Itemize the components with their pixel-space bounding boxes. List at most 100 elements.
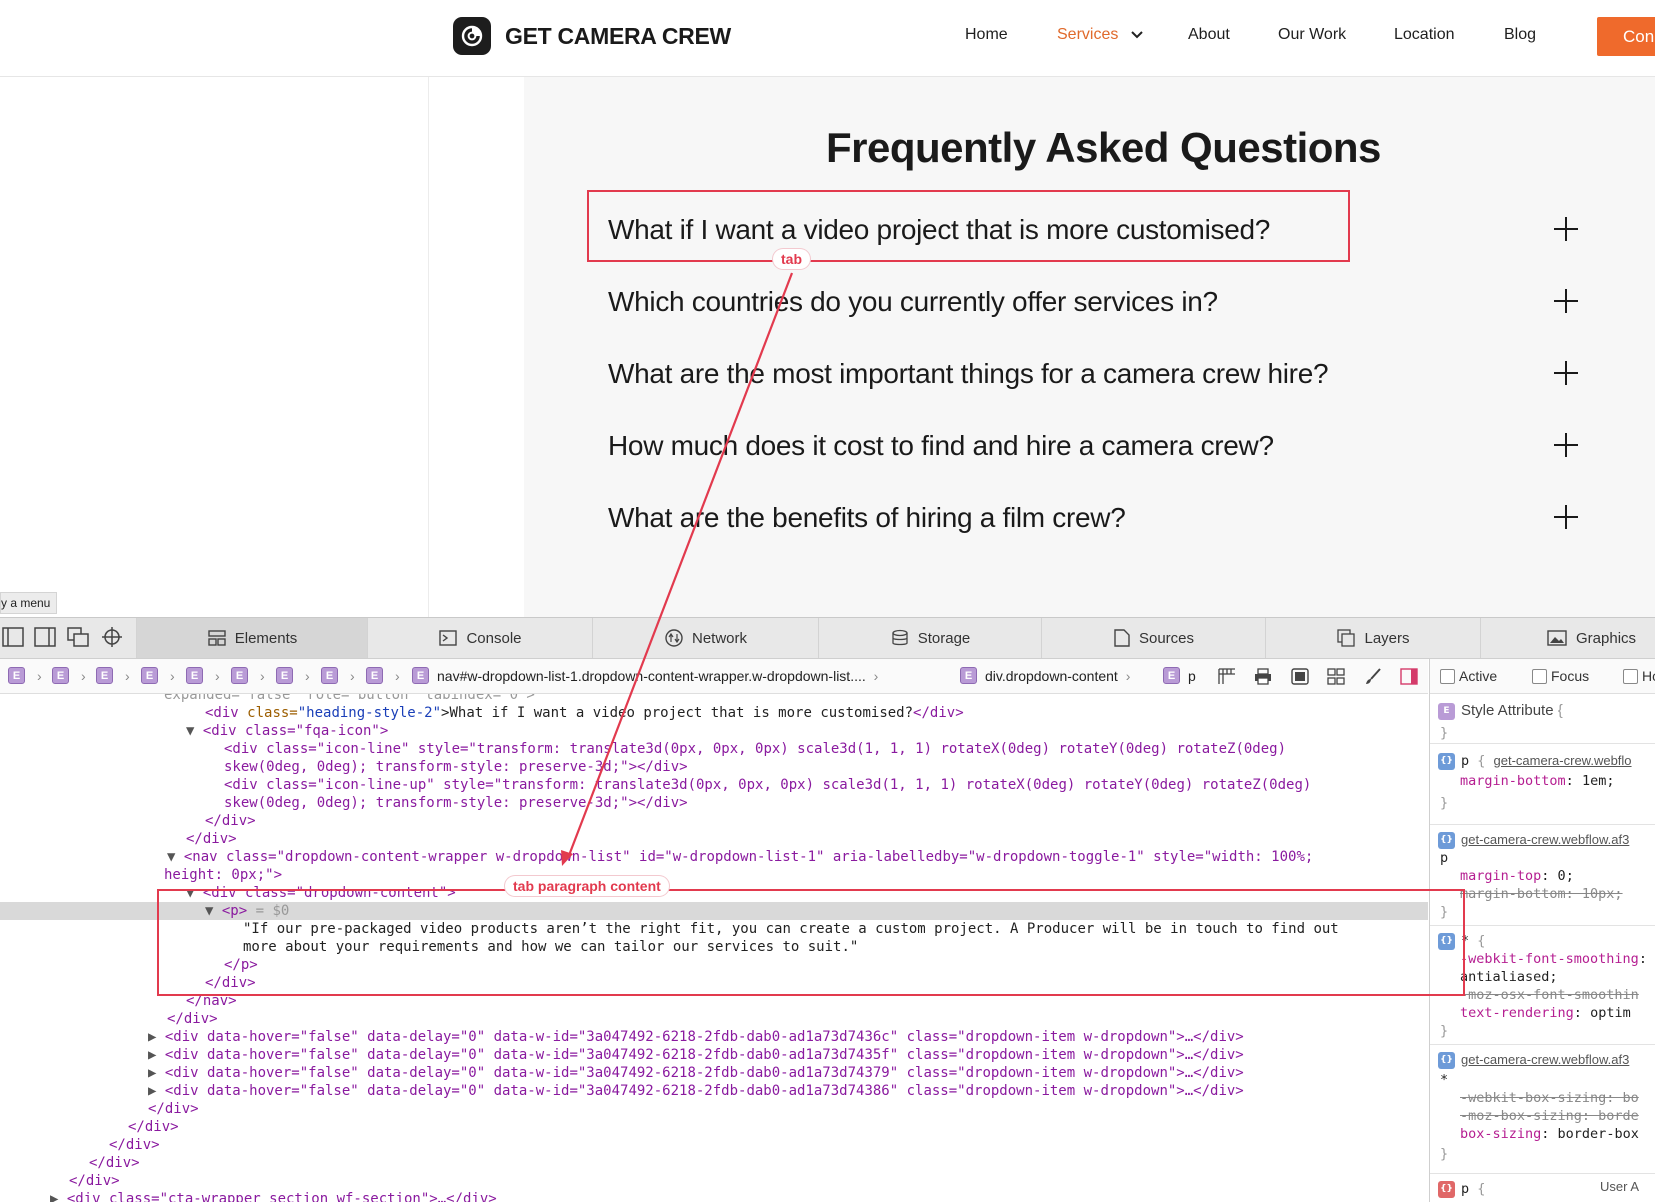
code-line[interactable]: ▶ <div data-hover="false" data-delay="0"… xyxy=(0,1028,1428,1046)
nav-about[interactable]: About xyxy=(1188,26,1230,44)
checkbox[interactable] xyxy=(1440,668,1455,684)
tab-sources-label: Sources xyxy=(1138,629,1195,647)
code-line[interactable]: <div class="heading-style-2">What if I w… xyxy=(0,704,1428,722)
print-icon[interactable] xyxy=(1254,668,1272,685)
dock-bottom-icon[interactable] xyxy=(2,627,24,647)
contact-button[interactable]: Con xyxy=(1597,17,1655,56)
code-line[interactable]: </div> xyxy=(0,812,1428,830)
code-line[interactable]: skew(0deg, 0deg); transform-style: prese… xyxy=(0,758,1428,776)
checkbox[interactable] xyxy=(1532,668,1547,684)
code-line[interactable]: </div> xyxy=(0,1118,1428,1136)
tab-console[interactable]: Console xyxy=(367,618,593,658)
plus-icon[interactable] xyxy=(1554,217,1578,241)
code-line[interactable]: <div class="icon-line" style="transform:… xyxy=(0,740,1428,758)
css-rule[interactable]: {} p { User A xyxy=(1430,1174,1655,1202)
plus-icon[interactable] xyxy=(1554,361,1578,385)
layout-grid-icon[interactable] xyxy=(1218,668,1236,685)
code-line[interactable]: </div> xyxy=(0,830,1428,848)
undock-icon[interactable] xyxy=(67,627,89,647)
breadcrumb: E › E › E › E › E › E › E › E › E › Enav#w-dropdo… xyxy=(0,659,1428,694)
faq-question[interactable]: What are the most important things for a… xyxy=(608,358,1329,390)
breadcrumb-item[interactable]: E › xyxy=(276,667,314,684)
css-rule-icon: {} xyxy=(1438,1051,1455,1069)
code-line[interactable]: ▶ <div data-hover="false" data-delay="0"… xyxy=(0,1064,1428,1082)
breadcrumb-item[interactable]: E › xyxy=(186,667,224,684)
tab-network[interactable]: Network xyxy=(592,618,819,658)
nav-home[interactable]: Home xyxy=(965,26,1008,44)
code-line[interactable]: ▶ <div class="cta-wrapper section wf-sec… xyxy=(0,1190,1428,1202)
user-agent-rule-icon: {} xyxy=(1438,1180,1455,1198)
state-focus-toggle[interactable]: Focus xyxy=(1532,668,1589,684)
code-line[interactable]: </div> xyxy=(0,1154,1428,1172)
storage-icon xyxy=(891,629,909,647)
breadcrumb-item[interactable]: E › xyxy=(52,667,90,684)
tab-storage[interactable]: Storage xyxy=(818,618,1042,658)
grid-overlay-icon[interactable] xyxy=(1327,668,1345,685)
breadcrumb-div[interactable]: Ediv.dropdown-content › xyxy=(960,667,1134,684)
breadcrumb-p[interactable]: Ep xyxy=(1163,667,1196,684)
faq-question[interactable]: Which countries do you currently offer s… xyxy=(608,286,1218,318)
element-picker-icon[interactable] xyxy=(101,627,123,647)
site-header: GET CAMERA CREW Home Services About Our … xyxy=(0,0,1655,77)
layers-icon xyxy=(1337,629,1356,647)
sources-icon xyxy=(1114,629,1130,647)
breadcrumb-item[interactable]: E › xyxy=(96,667,134,684)
css-rule[interactable]: {} p { get-camera-crew.webflo margin-bott… xyxy=(1430,744,1655,825)
brand-name: GET CAMERA CREW xyxy=(505,22,731,49)
pseudo-state-bar: Active Focus Ho xyxy=(1430,659,1655,694)
tab-sources[interactable]: Sources xyxy=(1041,618,1266,658)
left-panel xyxy=(0,77,429,617)
breadcrumb-item[interactable]: E › xyxy=(231,667,269,684)
content-annotation-label: tab paragraph content xyxy=(505,876,669,896)
camera-aperture-icon xyxy=(453,17,491,55)
breadcrumb-item[interactable]: E › xyxy=(141,667,179,684)
tab-layers-label: Layers xyxy=(1364,629,1410,647)
nav-our-work[interactable]: Our Work xyxy=(1278,26,1346,44)
breadcrumb-item[interactable]: E › xyxy=(8,667,46,684)
state-active-toggle[interactable]: Active xyxy=(1440,668,1497,684)
dock-side-icon[interactable] xyxy=(34,627,56,647)
code-line[interactable]: </div> xyxy=(0,1100,1428,1118)
faq-question[interactable]: What are the benefits of hiring a film c… xyxy=(608,502,1126,534)
devtools-tab-bar: Elements Console Network Storage Sources… xyxy=(0,618,1655,659)
state-hover-toggle[interactable]: Ho xyxy=(1623,668,1655,684)
code-line[interactable]: ▶ <div data-hover="false" data-delay="0"… xyxy=(0,1046,1428,1064)
tab-graphics-label: Graphics xyxy=(1576,629,1637,647)
breadcrumb-nav[interactable]: Enav#w-dropdown-list-1.dropdown-content-… xyxy=(412,667,882,684)
plus-icon[interactable] xyxy=(1554,289,1578,313)
tab-network-label: Network xyxy=(691,629,747,647)
network-icon xyxy=(665,629,683,647)
nav-services[interactable]: Services xyxy=(1057,26,1143,44)
tab-layers[interactable]: Layers xyxy=(1265,618,1481,658)
breadcrumb-item[interactable]: E › xyxy=(321,667,359,684)
code-line[interactable]: expanded="false" role="button" tabindex=… xyxy=(0,694,1428,704)
checkbox[interactable] xyxy=(1623,668,1638,684)
code-line[interactable]: <div class="icon-line-up" style="transfo… xyxy=(0,776,1428,794)
plus-icon[interactable] xyxy=(1554,505,1578,529)
code-line[interactable]: </div> xyxy=(0,1010,1428,1028)
tab-highlight-box xyxy=(587,190,1350,262)
code-line[interactable]: ▼ <div class="fqa-icon"> xyxy=(0,722,1428,740)
code-line[interactable]: skew(0deg, 0deg); transform-style: prese… xyxy=(0,794,1428,812)
tab-storage-label: Storage xyxy=(917,629,971,647)
code-line[interactable]: height: 0px;"> xyxy=(0,866,1428,884)
paint-brush-icon[interactable] xyxy=(1364,668,1382,685)
element-badge-icon: E xyxy=(1438,702,1455,720)
screenshot-icon[interactable] xyxy=(1291,668,1309,685)
code-line[interactable]: </div> xyxy=(0,1136,1428,1154)
breadcrumb-item[interactable]: E › xyxy=(366,667,404,684)
toggle-sidebar-icon[interactable] xyxy=(1400,668,1418,685)
nav-blog[interactable]: Blog xyxy=(1504,26,1536,44)
plus-icon[interactable] xyxy=(1554,433,1578,457)
code-line[interactable]: </div> xyxy=(0,1172,1428,1190)
faq-title: Frequently Asked Questions xyxy=(826,124,1381,171)
faq-question[interactable]: How much does it cost to find and hire a… xyxy=(608,430,1274,462)
css-rule[interactable]: {} get-camera-crew.webflow.af3 * -webkit-… xyxy=(1430,1045,1655,1174)
tab-graphics[interactable]: Graphics xyxy=(1480,618,1655,658)
console-icon xyxy=(439,630,458,646)
brand-logo[interactable]: GET CAMERA CREW xyxy=(453,17,731,55)
code-line[interactable]: ▼ <nav class="dropdown-content-wrapper w… xyxy=(0,848,1428,866)
nav-location[interactable]: Location xyxy=(1394,26,1455,44)
code-line[interactable]: ▶ <div data-hover="false" data-delay="0"… xyxy=(0,1082,1428,1100)
tab-elements[interactable]: Elements xyxy=(136,618,368,658)
